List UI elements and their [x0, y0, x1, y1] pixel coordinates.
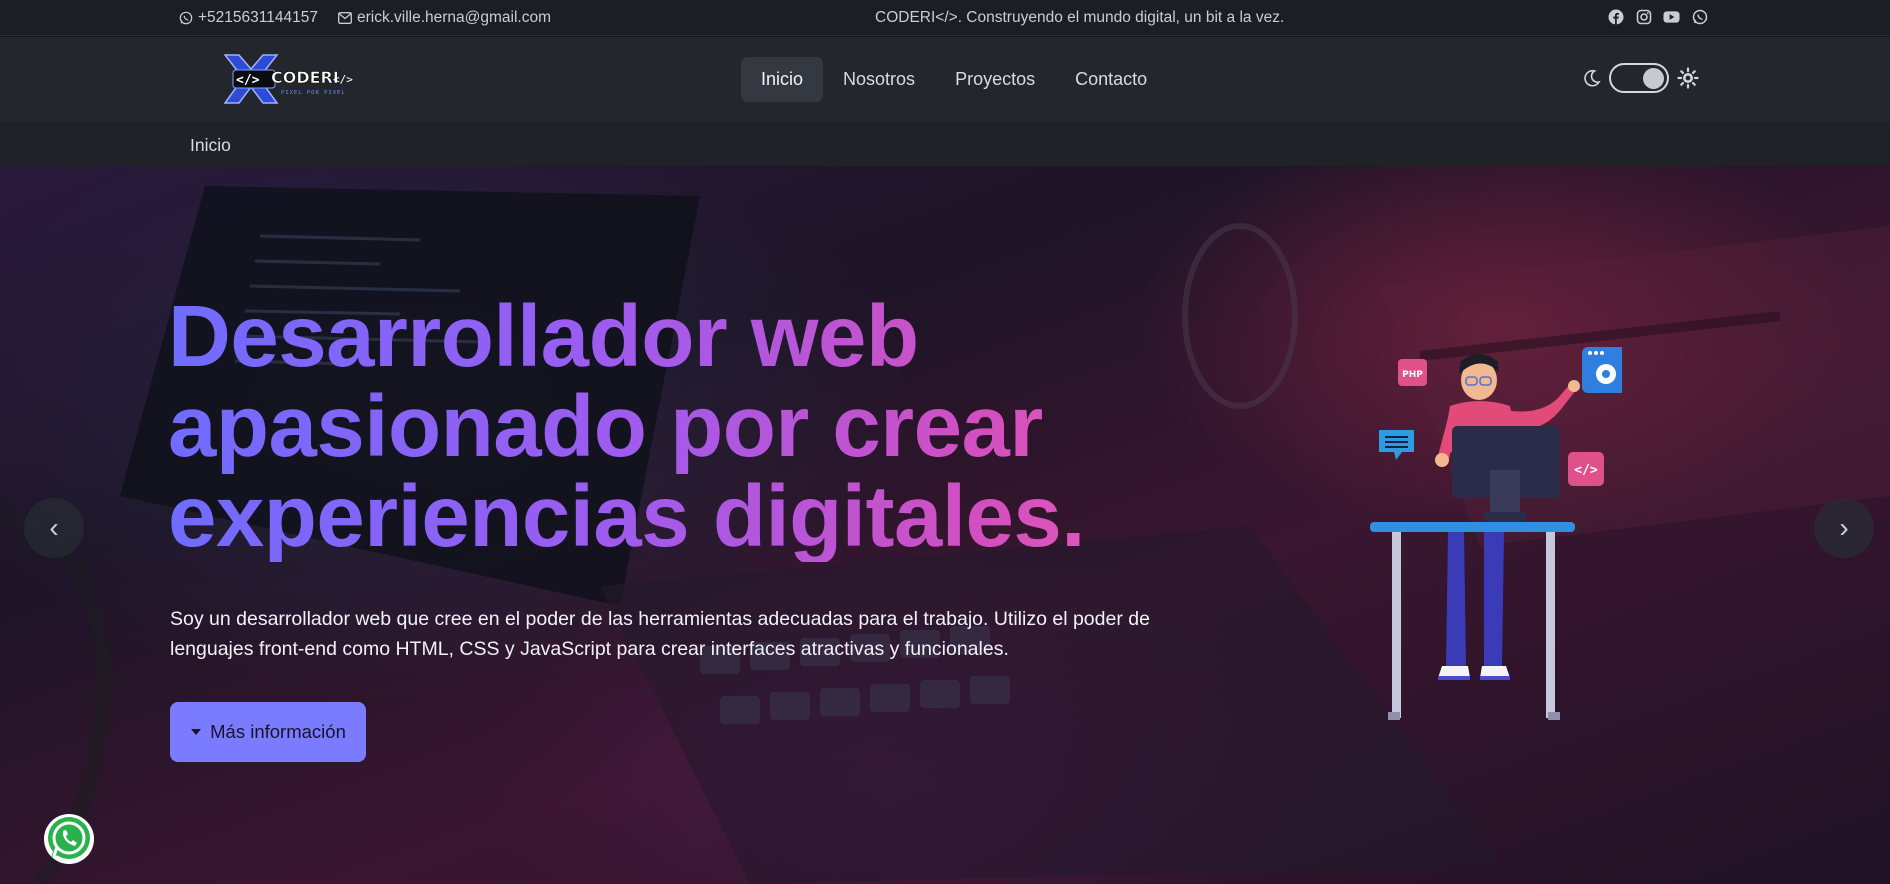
nav-link-proyectos[interactable]: Proyectos: [935, 57, 1055, 102]
theme-switcher: [1583, 63, 1699, 93]
whatsapp-icon[interactable]: [1691, 8, 1708, 25]
nav-link-contacto[interactable]: Contacto: [1055, 57, 1167, 102]
developer-illustration: PHP </>: [1370, 347, 1622, 720]
hero-description: Soy un desarrollador web que cree en el …: [170, 608, 1150, 660]
email-address: erick.ville.herna@gmail.com: [356, 9, 552, 26]
chevron-left-icon: ‹: [49, 512, 59, 543]
main-navbar: </> CODERI </> PIXEL POR PIXEL Inicio No…: [0, 37, 1890, 122]
social-links: [1607, 8, 1708, 25]
svg-text:</>: </>: [333, 73, 353, 86]
phone-number: +5215631144157: [198, 9, 318, 26]
breadcrumb-current: Inicio: [190, 135, 231, 155]
caret-down-icon: [191, 729, 202, 735]
whatsapp-icon: [179, 11, 193, 25]
whatsapp-icon: [44, 814, 94, 864]
youtube-icon[interactable]: [1663, 8, 1680, 25]
more-info-label: Más información: [210, 721, 346, 742]
contact-info: +5215631144157 erick.ville.herna@gmail.c…: [179, 9, 551, 27]
envelope-icon: [338, 12, 352, 24]
carousel-next-button[interactable]: ›: [1814, 498, 1874, 558]
breadcrumb: Inicio: [0, 122, 1890, 166]
instagram-icon[interactable]: [1635, 8, 1652, 25]
code-tag: </>: [1574, 463, 1598, 478]
facebook-icon[interactable]: [1607, 8, 1624, 25]
nav-link-inicio[interactable]: Inicio: [741, 57, 824, 102]
chevron-right-icon: ›: [1839, 512, 1849, 543]
theme-toggle[interactable]: [1609, 63, 1669, 93]
hero-carousel: Desarrollador web apasionado por crear e…: [0, 166, 1890, 884]
toggle-knob: [1643, 68, 1664, 89]
carousel-prev-button[interactable]: ‹: [24, 498, 84, 558]
svg-text:</>: </>: [236, 73, 260, 88]
phone-contact[interactable]: +5215631144157: [179, 9, 318, 27]
top-info-bar: +5215631144157 erick.ville.herna@gmail.c…: [0, 0, 1890, 36]
svg-text:CODERI: CODERI: [271, 68, 339, 87]
whatsapp-float-button[interactable]: [42, 812, 96, 866]
coderi-logo: </> CODERI </> PIXEL POR PIXEL: [223, 54, 353, 104]
php-tag: PHP: [1402, 370, 1423, 380]
email-contact[interactable]: erick.ville.herna@gmail.com: [338, 9, 551, 27]
svg-text:PIXEL POR PIXEL: PIXEL POR PIXEL: [281, 90, 346, 96]
more-info-button[interactable]: Más información: [170, 702, 366, 762]
sun-icon: [1677, 67, 1699, 89]
brand-logo[interactable]: </> CODERI </> PIXEL POR PIXEL: [219, 51, 364, 107]
nav-link-nosotros[interactable]: Nosotros: [823, 57, 935, 102]
tagline: CODERI</>. Construyendo el mundo digital…: [875, 9, 1285, 26]
moon-icon: [1584, 69, 1601, 87]
hero-title: Desarrollador web apasionado por crear e…: [168, 292, 1128, 562]
nav-menu: Inicio Nosotros Proyectos Contacto: [741, 57, 1167, 102]
